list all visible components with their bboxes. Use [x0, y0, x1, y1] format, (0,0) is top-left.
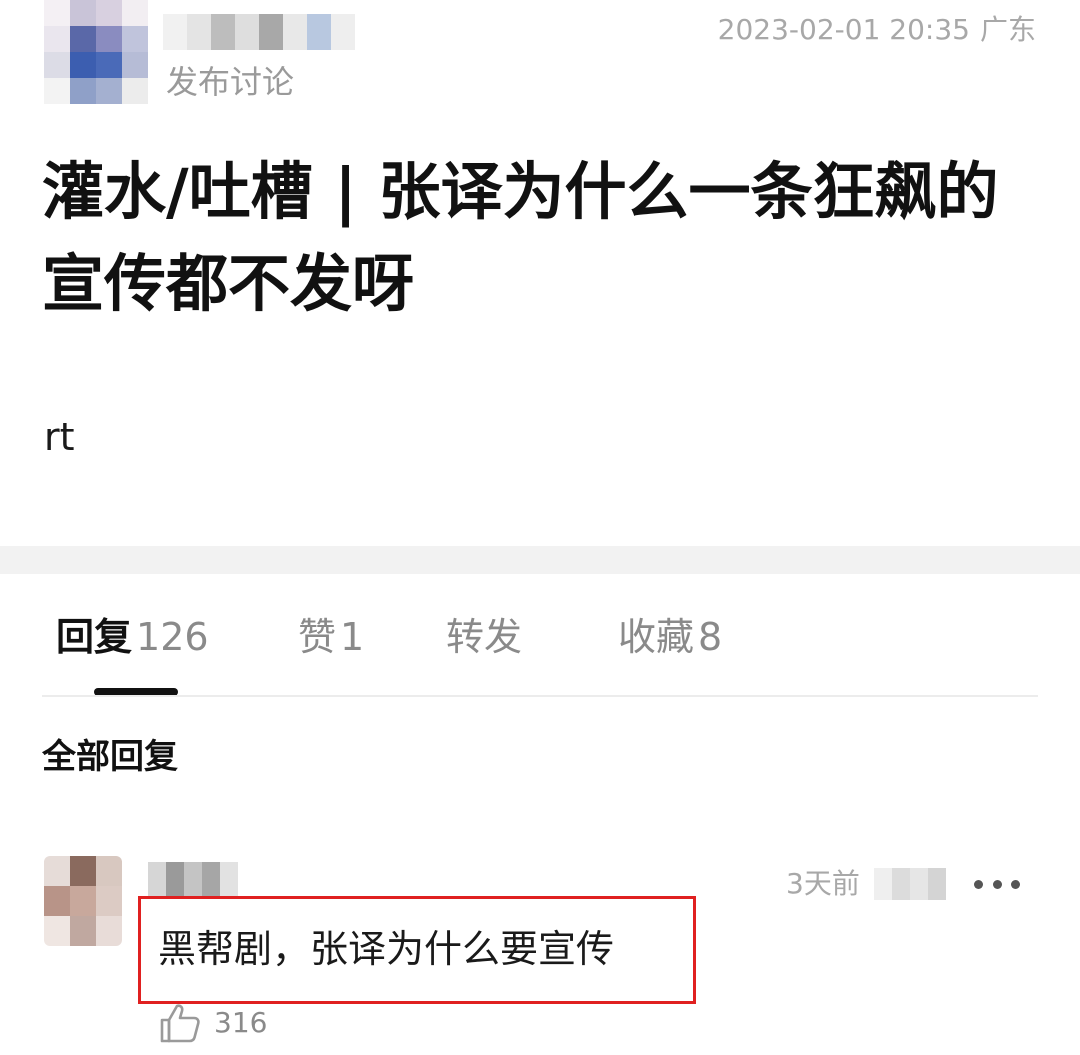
all-replies-heading: 全部回复 — [42, 737, 178, 777]
tab-replies-label: 回复 — [56, 615, 133, 659]
commenter-name-blurred[interactable] — [148, 862, 238, 896]
author-name-blurred[interactable] — [163, 14, 355, 50]
post-header: 发布讨论 2023-02-01 20:35 广东 — [0, 0, 1080, 120]
thumbs-up-icon — [160, 1004, 200, 1043]
comment-time: 3天前 — [786, 867, 860, 900]
commenter-avatar[interactable] — [44, 856, 122, 946]
tab-divider — [42, 695, 1038, 697]
more-icon[interactable] — [974, 864, 1020, 904]
tab-bar: 回复 126 赞1 转发 收藏 8 — [0, 574, 1080, 696]
post-region: 广东 — [979, 13, 1036, 46]
tab-favorites[interactable]: 收藏 8 — [618, 612, 722, 662]
tab-favorites-count: 8 — [698, 615, 723, 659]
section-separator — [0, 546, 1080, 574]
like-button[interactable]: 316 — [158, 1000, 267, 1046]
tab-shares-label: 转发 — [446, 615, 523, 659]
tab-likes[interactable]: 赞1 — [298, 612, 364, 662]
post-meta: 2023-02-01 20:35 广东 — [718, 10, 1036, 50]
tab-likes-count: 1 — [340, 615, 365, 659]
post-body: rt — [44, 415, 75, 459]
tab-replies-count: 126 — [136, 615, 209, 659]
tab-shares[interactable]: 转发 — [446, 612, 522, 662]
post-title: 灌水/吐槽 | 张译为什么一条狂飙的宣传都不发呀 — [42, 155, 999, 320]
post-type-label: 发布讨论 — [166, 63, 295, 101]
post-timestamp: 2023-02-01 20:35 — [717, 13, 970, 46]
comment-location-blurred — [874, 868, 946, 900]
author-avatar[interactable] — [44, 0, 148, 104]
tab-likes-label: 赞 — [298, 615, 337, 659]
tab-favorites-label: 收藏 — [618, 615, 695, 659]
tab-replies[interactable]: 回复 126 — [56, 612, 209, 662]
like-count: 316 — [214, 1006, 268, 1039]
comment-text: 黑帮剧，张译为什么要宣传 — [158, 927, 615, 971]
